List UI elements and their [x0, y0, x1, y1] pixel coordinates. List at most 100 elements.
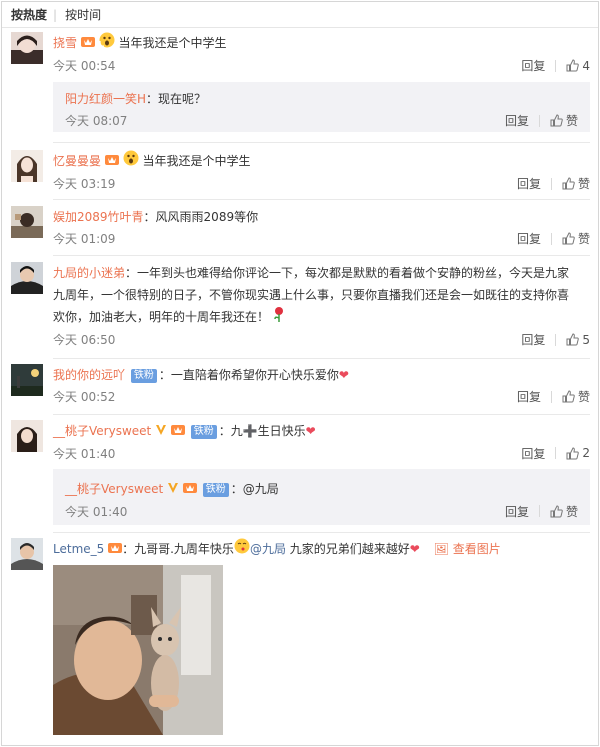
- comment-item: 九局的小迷弟：一年到头也难得给你评论一下，每次都是默默的看着做个安静的粉丝，今天…: [10, 262, 594, 352]
- avatar[interactable]: [11, 538, 43, 570]
- comment-meta: 今天 06:50 回复 5: [53, 329, 594, 349]
- like-count: 5: [582, 332, 590, 347]
- comment-time: 今天 01:09: [53, 232, 116, 246]
- fan-tag: 铁粉: [130, 369, 157, 383]
- comment-body: 当年我还是个中学生: [142, 154, 251, 168]
- action-divider: [538, 505, 540, 517]
- username-link[interactable]: 阳力红颜一笑H: [65, 92, 146, 106]
- comment-time: 今天 00:54: [53, 59, 116, 73]
- like-count: 4: [582, 58, 590, 73]
- like-button[interactable]: 5: [566, 333, 590, 347]
- verified-v-icon: [155, 421, 167, 443]
- reply-button[interactable]: 回复: [517, 230, 541, 247]
- vip-crown-icon: [108, 539, 123, 561]
- action-divider: [550, 390, 552, 403]
- attached-photo[interactable]: [53, 565, 223, 735]
- vip-crown-icon: [170, 421, 185, 443]
- reply-button[interactable]: 回复: [517, 175, 541, 192]
- thumbs-up-icon: [562, 390, 575, 403]
- reply-box: 阳力红颜一笑H：现在呢？ 今天 08:07 回复 赞: [53, 82, 590, 132]
- comment-meta: 今天 01:40 回复 2: [53, 443, 594, 463]
- thumbs-up-icon: [550, 504, 563, 517]
- comment-time: 今天 03:19: [53, 177, 116, 191]
- username-link[interactable]: __桃子Verysweet: [53, 424, 151, 438]
- action-divider: [555, 447, 557, 459]
- kiss-emoji-icon: [234, 538, 250, 561]
- view-image-link[interactable]: 🖼 查看图片: [434, 542, 501, 556]
- like-button[interactable]: 赞: [550, 503, 578, 520]
- comment-divider: [53, 255, 590, 256]
- avatar[interactable]: [11, 364, 43, 396]
- surprised-emoji-icon: [123, 150, 139, 173]
- like-label: 赞: [565, 114, 578, 128]
- reply-body: ：@九局: [230, 482, 279, 496]
- image-icon: 🖼: [433, 542, 449, 556]
- surprised-emoji-icon: [99, 32, 115, 55]
- comment-body: ：九➕生日快乐: [218, 424, 306, 438]
- reply-button[interactable]: 回复: [521, 445, 545, 462]
- heart-icon: ❤: [338, 368, 349, 382]
- username-link[interactable]: 我的你的远吖: [53, 368, 125, 382]
- comment-panel: 按热度 | 按时间 挠雪 当年我还是个中学生 今天 00:54 回复 4 阳力红…: [1, 1, 599, 746]
- comment-body: ：风风雨雨2089等你: [143, 210, 259, 224]
- username-link[interactable]: 忆曼曼曼: [53, 154, 101, 168]
- view-image-label: 查看图片: [452, 542, 501, 556]
- comment-text: Letme_5 ：九哥哥.九周年快乐 @九局 九家的兄弟们越来越好❤ 🖼 查看图片: [53, 538, 594, 561]
- like-label: 赞: [565, 504, 578, 519]
- sort-separator: |: [53, 7, 58, 22]
- reply-box: __桃子Verysweet 铁粉 ：@九局 今天 01:40 回复 赞: [53, 469, 590, 525]
- comment-divider: [53, 414, 590, 415]
- username-link[interactable]: 九局的小迷弟: [53, 266, 125, 280]
- reply-button[interactable]: 回复: [517, 388, 541, 405]
- like-count: 2: [582, 446, 590, 460]
- comment-text: __桃子Verysweet 铁粉 ：九➕生日快乐❤: [53, 420, 594, 443]
- mention-link[interactable]: @九局: [250, 542, 286, 556]
- like-button[interactable]: 4: [566, 59, 590, 73]
- comment-actions: 回复 赞: [517, 175, 590, 192]
- comment-actions: 回复 4: [521, 57, 590, 74]
- sort-by-hot-tab[interactable]: 按热度: [11, 6, 47, 23]
- reply-text: 阳力红颜一笑H：现在呢？: [65, 88, 590, 110]
- comment-actions: 回复 赞: [517, 388, 590, 405]
- like-button[interactable]: 赞: [562, 230, 590, 247]
- avatar[interactable]: [11, 206, 43, 238]
- username-link[interactable]: Letme_5: [53, 542, 104, 556]
- heart-icon: ❤: [305, 424, 316, 438]
- like-button[interactable]: 2: [566, 446, 590, 460]
- comment-item: __桃子Verysweet 铁粉 ：九➕生日快乐❤ 今天 01:40 回复 2: [10, 420, 594, 466]
- like-label: 赞: [577, 232, 590, 246]
- verified-v-icon: [167, 479, 179, 501]
- fan-tag: 铁粉: [202, 483, 229, 497]
- avatar[interactable]: [11, 420, 43, 452]
- sort-by-time-tab[interactable]: 按时间: [65, 6, 101, 23]
- avatar[interactable]: [11, 150, 43, 182]
- reply-button[interactable]: 回复: [521, 57, 545, 74]
- action-divider: [550, 232, 552, 245]
- thumbs-up-icon: [562, 232, 575, 245]
- thumbs-up-icon: [566, 333, 580, 346]
- reply-body: ：现在呢？: [146, 92, 207, 106]
- reply-button[interactable]: 回复: [505, 503, 529, 520]
- username-link[interactable]: __桃子Verysweet: [65, 482, 163, 496]
- comment-divider: [53, 532, 590, 533]
- like-button[interactable]: 赞: [550, 112, 578, 129]
- reply-text: __桃子Verysweet 铁粉 ：@九局: [65, 478, 590, 501]
- comment-body-line2: 九周年，一个很特别的日子，不管你现实遇上什么事，只要你直播我们还是会一如既往的支…: [53, 288, 570, 302]
- comment-body: 当年我还是个中学生: [118, 36, 227, 50]
- like-button[interactable]: 赞: [562, 175, 590, 192]
- comment-text: 忆曼曼曼 当年我还是个中学生: [53, 150, 594, 173]
- like-button[interactable]: 赞: [562, 388, 590, 405]
- action-divider: [550, 177, 552, 190]
- reply-meta: 今天 01:40 回复 赞: [65, 501, 590, 521]
- avatar[interactable]: [11, 262, 43, 294]
- comment-meta: 今天 03:19 回复 赞: [53, 173, 594, 193]
- reply-button[interactable]: 回复: [505, 112, 529, 129]
- username-link[interactable]: 娱加2089竹叶青: [53, 210, 144, 224]
- username-link[interactable]: 挠雪: [53, 36, 77, 50]
- comment-item: 挠雪 当年我还是个中学生 今天 00:54 回复 4: [10, 32, 594, 78]
- reply-button[interactable]: 回复: [521, 331, 545, 348]
- comment-divider: [53, 199, 590, 200]
- fan-tag: 铁粉: [190, 425, 217, 439]
- action-divider: [538, 114, 540, 127]
- avatar[interactable]: [11, 32, 43, 64]
